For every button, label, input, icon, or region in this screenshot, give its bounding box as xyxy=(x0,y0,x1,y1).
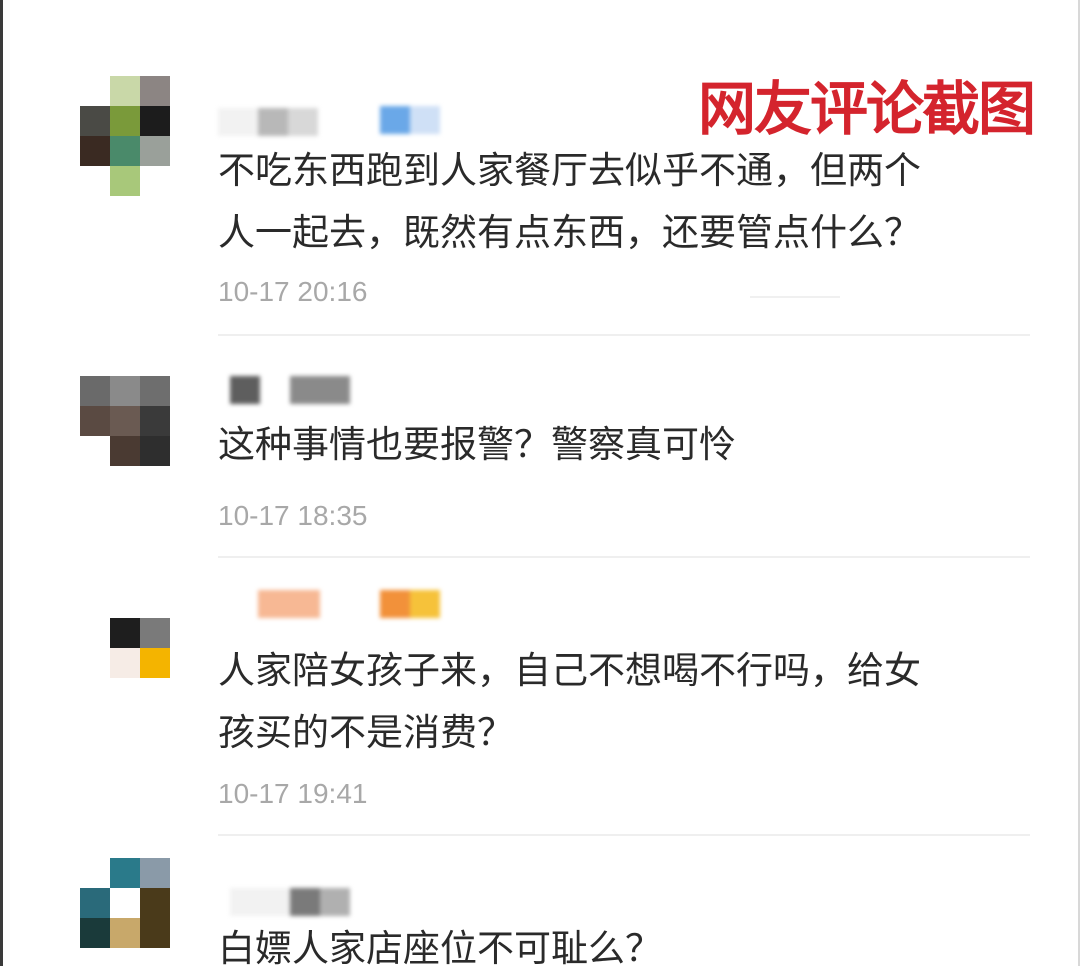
avatar-pixel xyxy=(140,648,170,678)
comment-text-line: 不吃东西跑到人家餐厅去似乎不通，但两个 xyxy=(218,149,921,192)
reply-placeholder xyxy=(750,296,840,298)
avatar-pixel xyxy=(140,888,170,918)
avatar[interactable] xyxy=(80,858,170,978)
username-redacted[interactable] xyxy=(230,888,350,916)
avatar-pixel xyxy=(80,106,110,136)
comment-text: 人家陪女孩子来，自己不想喝不行吗，给女 孩买的不是消费？ xyxy=(218,640,1018,764)
comment-text: 白嫖人家店座位不可耻么？ xyxy=(218,918,1018,980)
avatar-pixel xyxy=(110,376,140,406)
avatar-pixel xyxy=(140,618,170,648)
avatar-pixel xyxy=(110,618,140,648)
comment-text: 这种事情也要报警？警察真可怜 xyxy=(218,414,1018,476)
avatar-pixel xyxy=(80,376,110,406)
comment-text-line: 孩买的不是消费？ xyxy=(218,711,514,754)
comment-text: 不吃东西跑到人家餐厅去似乎不通，但两个 人一起去，既然有点东西，还要管点什么？ xyxy=(218,140,1018,264)
avatar-pixel xyxy=(110,76,140,106)
comment-divider xyxy=(218,334,1030,336)
avatar-pixel xyxy=(110,136,140,166)
username-badge-redacted xyxy=(380,590,440,618)
avatar-pixel xyxy=(140,858,170,888)
comment-text-line: 白嫖人家店座位不可耻么？ xyxy=(218,927,662,970)
comment-text-line: 人家陪女孩子来，自己不想喝不行吗，给女 xyxy=(218,649,921,692)
comment-timestamp: 10-17 20:16 xyxy=(218,276,368,307)
avatar[interactable] xyxy=(80,376,170,496)
avatar-pixel xyxy=(140,436,170,466)
username-redacted[interactable] xyxy=(230,376,350,404)
avatar-pixel xyxy=(80,918,110,948)
watermark-label: 网友评论截图 xyxy=(698,75,1036,143)
avatar-pixel xyxy=(140,76,170,106)
avatar-pixel xyxy=(140,406,170,436)
avatar-pixel xyxy=(110,106,140,136)
avatar[interactable] xyxy=(80,76,170,196)
avatar-pixel xyxy=(110,918,140,948)
avatar-pixel xyxy=(110,888,140,918)
avatar-pixel xyxy=(110,858,140,888)
avatar-pixel xyxy=(140,136,170,166)
avatar-pixel xyxy=(80,888,110,918)
avatar-pixel xyxy=(110,406,140,436)
avatar-pixel xyxy=(110,166,140,196)
comment-divider xyxy=(218,556,1030,558)
comment-timestamp: 10-17 18:35 xyxy=(218,500,368,531)
avatar-pixel xyxy=(140,106,170,136)
left-frame-edge xyxy=(0,0,3,966)
avatar-pixel xyxy=(140,376,170,406)
avatar[interactable] xyxy=(110,618,200,738)
username-redacted[interactable] xyxy=(218,108,318,136)
username-redacted[interactable] xyxy=(258,590,320,618)
comment-timestamp: 10-17 19:41 xyxy=(218,778,368,809)
comment-divider xyxy=(218,834,1030,836)
comment-text-line: 这种事情也要报警？警察真可怜 xyxy=(218,423,736,466)
avatar-pixel xyxy=(80,136,110,166)
avatar-pixel xyxy=(110,648,140,678)
avatar-pixel xyxy=(110,436,140,466)
avatar-pixel xyxy=(80,406,110,436)
username-badge-redacted xyxy=(380,106,440,134)
avatar-pixel xyxy=(140,918,170,948)
comment-text-line: 人一起去，既然有点东西，还要管点什么？ xyxy=(218,211,921,254)
